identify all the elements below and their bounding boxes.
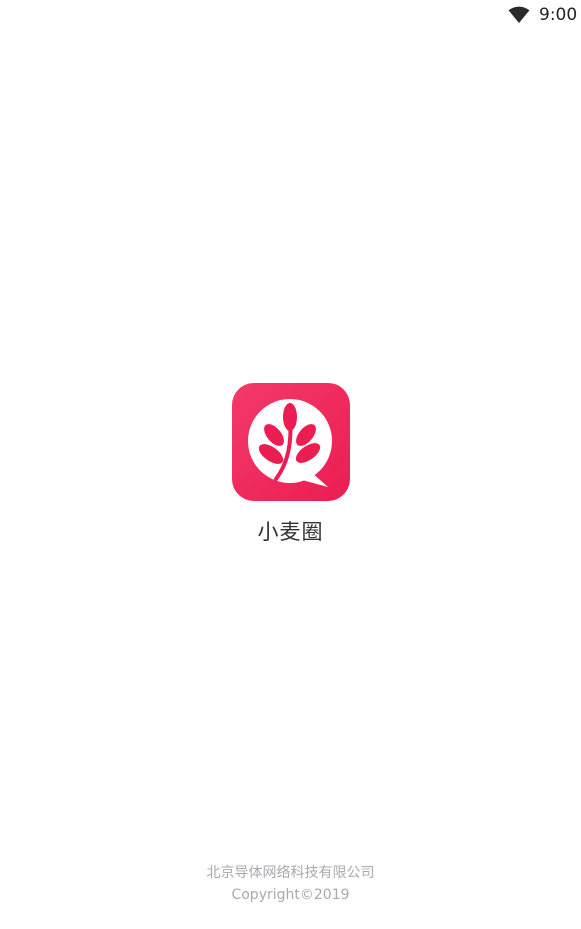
status-time: 9:00 xyxy=(539,5,578,25)
app-name: 小麦圈 xyxy=(257,520,324,544)
wifi-icon xyxy=(508,6,530,23)
splash-content: 小麦圈 xyxy=(0,383,581,545)
company-name: 北京导体网络科技有限公司 xyxy=(206,865,375,881)
footer: 北京导体网络科技有限公司 Copyright©2019 xyxy=(0,862,581,906)
copyright-text: Copyright©2019 xyxy=(231,887,350,903)
status-bar: 9:00 xyxy=(0,0,581,30)
app-logo-icon xyxy=(231,383,350,501)
